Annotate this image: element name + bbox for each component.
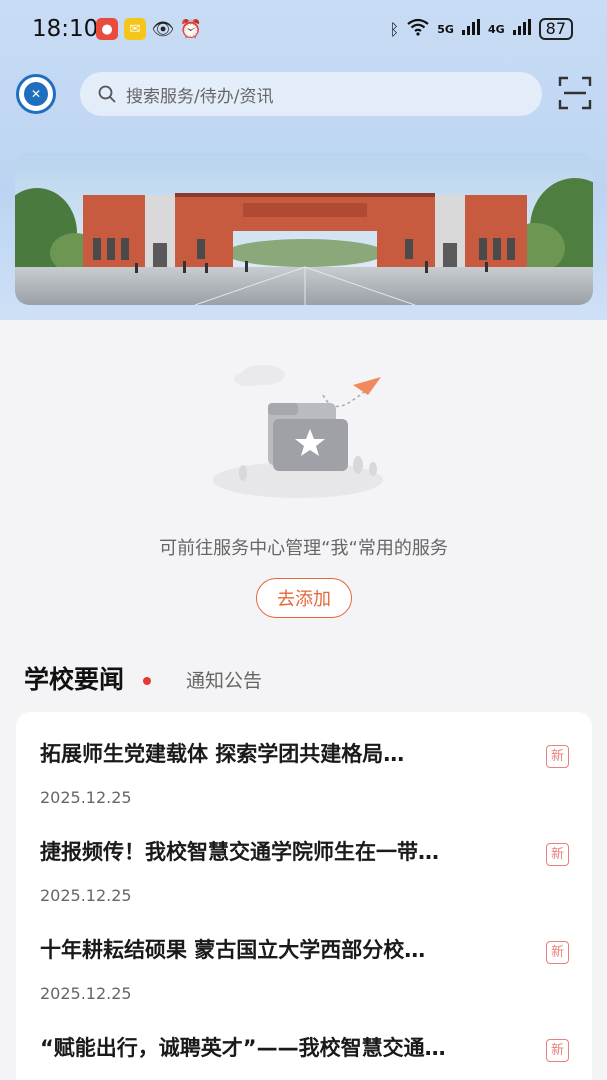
search-icon [98,85,116,103]
bluetooth-icon: ᛒ [389,19,400,39]
news-item[interactable]: 十年耕耘结硕果 蒙古国立大学西部分校… 2025.12.25 新 [16,908,592,1006]
status-time: 18:10 [32,16,99,42]
wifi-icon [407,18,429,40]
news-item[interactable]: 捷报频传！我校智慧交通学院师生在一带… 2025.12.25 新 [16,810,592,908]
app-notification-icon: ● [96,18,118,40]
signal-5g-label: 5G [437,22,454,36]
add-service-button[interactable]: 去添加 [256,578,352,618]
alarm-icon: ⏰ [179,18,203,40]
empty-state-message: 可前往服务中心管理“我“常用的服务 [159,538,448,559]
notification-icons: ● ✉ 👁 ⏰ [96,18,202,40]
status-bar: 18:10 ● ✉ 👁 ⏰ ᛒ 5G 4G 87 [0,0,607,60]
signal-4g-label: 4G [487,22,505,36]
signal-bars-icon [461,19,480,39]
school-logo[interactable]: ✕ [16,74,56,114]
campus-banner[interactable] [15,153,593,305]
news-date: 2025.12.25 [40,788,132,807]
search-placeholder: 搜索服务/待办/资讯 [126,86,274,107]
news-item[interactable]: 拓展师生党建载体 探索学团共建格局… 2025.12.25 新 [16,712,592,810]
new-badge: 新 [546,843,569,866]
logo-emblem-icon: ✕ [24,82,48,106]
tab-notices[interactable]: 通知公告 [186,666,262,693]
battery-indicator: 87 [538,18,573,40]
system-icons: ᛒ 5G 4G 87 [390,18,573,40]
news-title: 十年耕耘结硕果 蒙古国立大学西部分校… [40,938,426,962]
news-list: 拓展师生党建载体 探索学团共建格局… 2025.12.25 新 捷报频传！我校智… [16,712,592,1080]
news-title: 拓展师生党建载体 探索学团共建格局… [40,742,405,766]
new-badge: 新 [546,1039,569,1062]
mail-notification-icon: ✉ [124,18,146,40]
news-title: 捷报频传！我校智慧交通学院师生在一带… [40,840,439,864]
search-input[interactable]: 搜索服务/待办/资讯 [80,72,542,116]
new-badge: 新 [546,745,569,768]
campus-gate-image [15,153,593,305]
news-date: 2025.12.25 [40,886,132,905]
active-tab-dot [143,677,151,685]
new-badge: 新 [546,941,569,964]
news-item[interactable]: “赋能出行，诚聘英才”——我校智慧交通… 新 [16,1006,592,1080]
scan-icon[interactable] [558,76,592,110]
empty-folder-illustration [213,365,383,498]
signal-bars-2-icon [512,19,531,39]
news-title: “赋能出行，诚聘英才”——我校智慧交通… [40,1036,446,1060]
news-date: 2025.12.25 [40,984,132,1003]
eye-icon: 👁 [151,18,175,40]
tab-school-news[interactable]: 学校要闻 [24,660,124,696]
